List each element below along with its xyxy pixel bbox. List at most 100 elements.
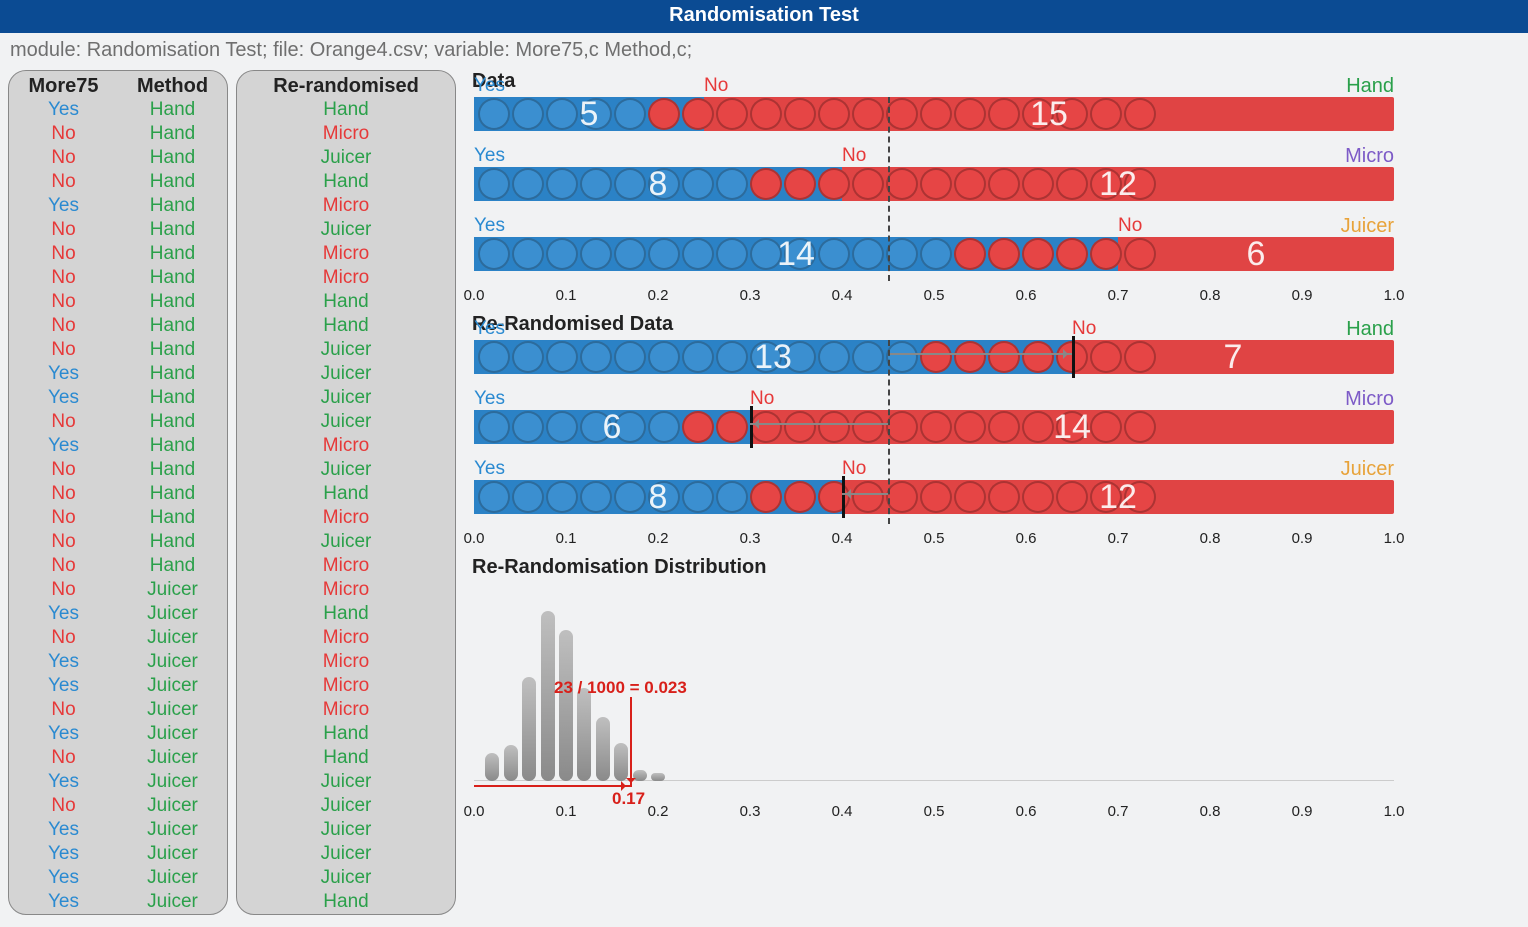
table-row: YesJuicer <box>9 650 227 674</box>
axis-tick: 0.0 <box>464 803 485 820</box>
cell-rerand: Micro <box>237 554 455 578</box>
axis-tick: 0.3 <box>740 803 761 820</box>
table-row: NoHand <box>9 314 227 338</box>
cell-rerand: Juicer <box>237 338 455 362</box>
cell-rerand: Micro <box>237 578 455 602</box>
cell-rerand: Micro <box>237 434 455 458</box>
cell-rerand: Micro <box>237 194 455 218</box>
cell-more75: No <box>9 578 118 602</box>
axis-tick: 0.6 <box>1016 803 1037 820</box>
cell-method: Juicer <box>118 578 227 602</box>
cell-method: Juicer <box>118 650 227 674</box>
axis-tick: 0.9 <box>1292 530 1313 547</box>
dist-bar <box>596 717 610 781</box>
cell-more75: Yes <box>9 194 118 218</box>
dist-bar <box>541 611 555 781</box>
table-row: NoHand <box>9 266 227 290</box>
cell-method: Hand <box>118 554 227 578</box>
cell-more75: No <box>9 290 118 314</box>
cell-rerand: Hand <box>237 722 455 746</box>
table-row: Juicer <box>237 842 455 866</box>
axis-tick: 0.6 <box>1016 287 1037 304</box>
cell-more75: Yes <box>9 866 118 890</box>
table-row: Juicer <box>237 818 455 842</box>
cell-rerand: Juicer <box>237 458 455 482</box>
cell-method: Hand <box>118 314 227 338</box>
table-row: NoJuicer <box>9 698 227 722</box>
cell-rerand: Micro <box>237 266 455 290</box>
axis-tick: 0.1 <box>556 287 577 304</box>
charts-area: Data YesNoHand515YesNoMicro812YesNoJuice… <box>464 70 1520 915</box>
cell-rerand: Juicer <box>237 818 455 842</box>
table-row: Micro <box>237 434 455 458</box>
cell-method: Juicer <box>118 698 227 722</box>
table-row: Juicer <box>237 218 455 242</box>
cell-method: Hand <box>118 338 227 362</box>
table-row: NoHand <box>9 482 227 506</box>
table-row: NoJuicer <box>9 794 227 818</box>
cell-method: Hand <box>118 434 227 458</box>
table-row: Juicer <box>237 362 455 386</box>
bar-row: YesNoMicro614 <box>474 410 1394 454</box>
cell-more75: Yes <box>9 602 118 626</box>
bar-row: YesNoMicro812 <box>474 167 1394 211</box>
cell-more75: No <box>9 794 118 818</box>
cell-rerand: Juicer <box>237 530 455 554</box>
table-row: Micro <box>237 674 455 698</box>
table-row: YesJuicer <box>9 866 227 890</box>
cell-rerand: Micro <box>237 242 455 266</box>
axis-tick: 0.9 <box>1292 287 1313 304</box>
cell-method: Hand <box>118 98 227 122</box>
cell-method: Hand <box>118 362 227 386</box>
cell-method: Hand <box>118 146 227 170</box>
table-row: NoHand <box>9 218 227 242</box>
cell-rerand: Juicer <box>237 362 455 386</box>
cell-more75: No <box>9 122 118 146</box>
cell-rerand: Micro <box>237 650 455 674</box>
app-title: Randomisation Test <box>0 0 1528 33</box>
cell-method: Hand <box>118 506 227 530</box>
table-row: YesHand <box>9 362 227 386</box>
bar-row: YesNoHand515 <box>474 97 1394 141</box>
table-row: Micro <box>237 506 455 530</box>
cell-more75: No <box>9 146 118 170</box>
axis-tick: 0.2 <box>648 803 669 820</box>
cell-more75: No <box>9 410 118 434</box>
axis-dist: 0.00.10.20.30.40.50.60.70.80.91.0 <box>474 803 1394 829</box>
rerandomised-table-panel: Re-randomised HandMicroJuicerHandMicroJu… <box>236 70 456 915</box>
dist-bar <box>614 743 628 781</box>
label-yes: Yes <box>474 318 505 340</box>
axis-tick: 0.8 <box>1200 287 1221 304</box>
cell-method: Hand <box>118 458 227 482</box>
cell-rerand: Juicer <box>237 410 455 434</box>
axis-tick: 0.0 <box>464 530 485 547</box>
cell-rerand: Hand <box>237 482 455 506</box>
table-row: YesHand <box>9 98 227 122</box>
axis-tick: 0.5 <box>924 530 945 547</box>
cell-method: Juicer <box>118 794 227 818</box>
cell-more75: Yes <box>9 722 118 746</box>
axis-tick: 0.5 <box>924 287 945 304</box>
label-yes: Yes <box>474 458 505 480</box>
table-row: YesJuicer <box>9 842 227 866</box>
table-row: Hand <box>237 602 455 626</box>
cell-rerand: Micro <box>237 674 455 698</box>
dist-bar <box>559 630 573 781</box>
axis-tick: 0.7 <box>1108 530 1129 547</box>
axis-rerand: 0.00.10.20.30.40.50.60.70.80.91.0 <box>474 530 1394 556</box>
table-row: NoHand <box>9 338 227 362</box>
axis-tick: 1.0 <box>1384 530 1405 547</box>
cell-more75: No <box>9 314 118 338</box>
cell-rerand: Juicer <box>237 146 455 170</box>
table-row: Micro <box>237 266 455 290</box>
axis-tick: 0.7 <box>1108 803 1129 820</box>
table-row: Juicer <box>237 866 455 890</box>
cell-more75: Yes <box>9 890 118 914</box>
axis-tick: 0.8 <box>1200 803 1221 820</box>
table-row: Micro <box>237 194 455 218</box>
table-row: Hand <box>237 482 455 506</box>
table-row: Juicer <box>237 794 455 818</box>
cell-rerand: Micro <box>237 122 455 146</box>
table-row: Juicer <box>237 146 455 170</box>
table-row: NoHand <box>9 242 227 266</box>
